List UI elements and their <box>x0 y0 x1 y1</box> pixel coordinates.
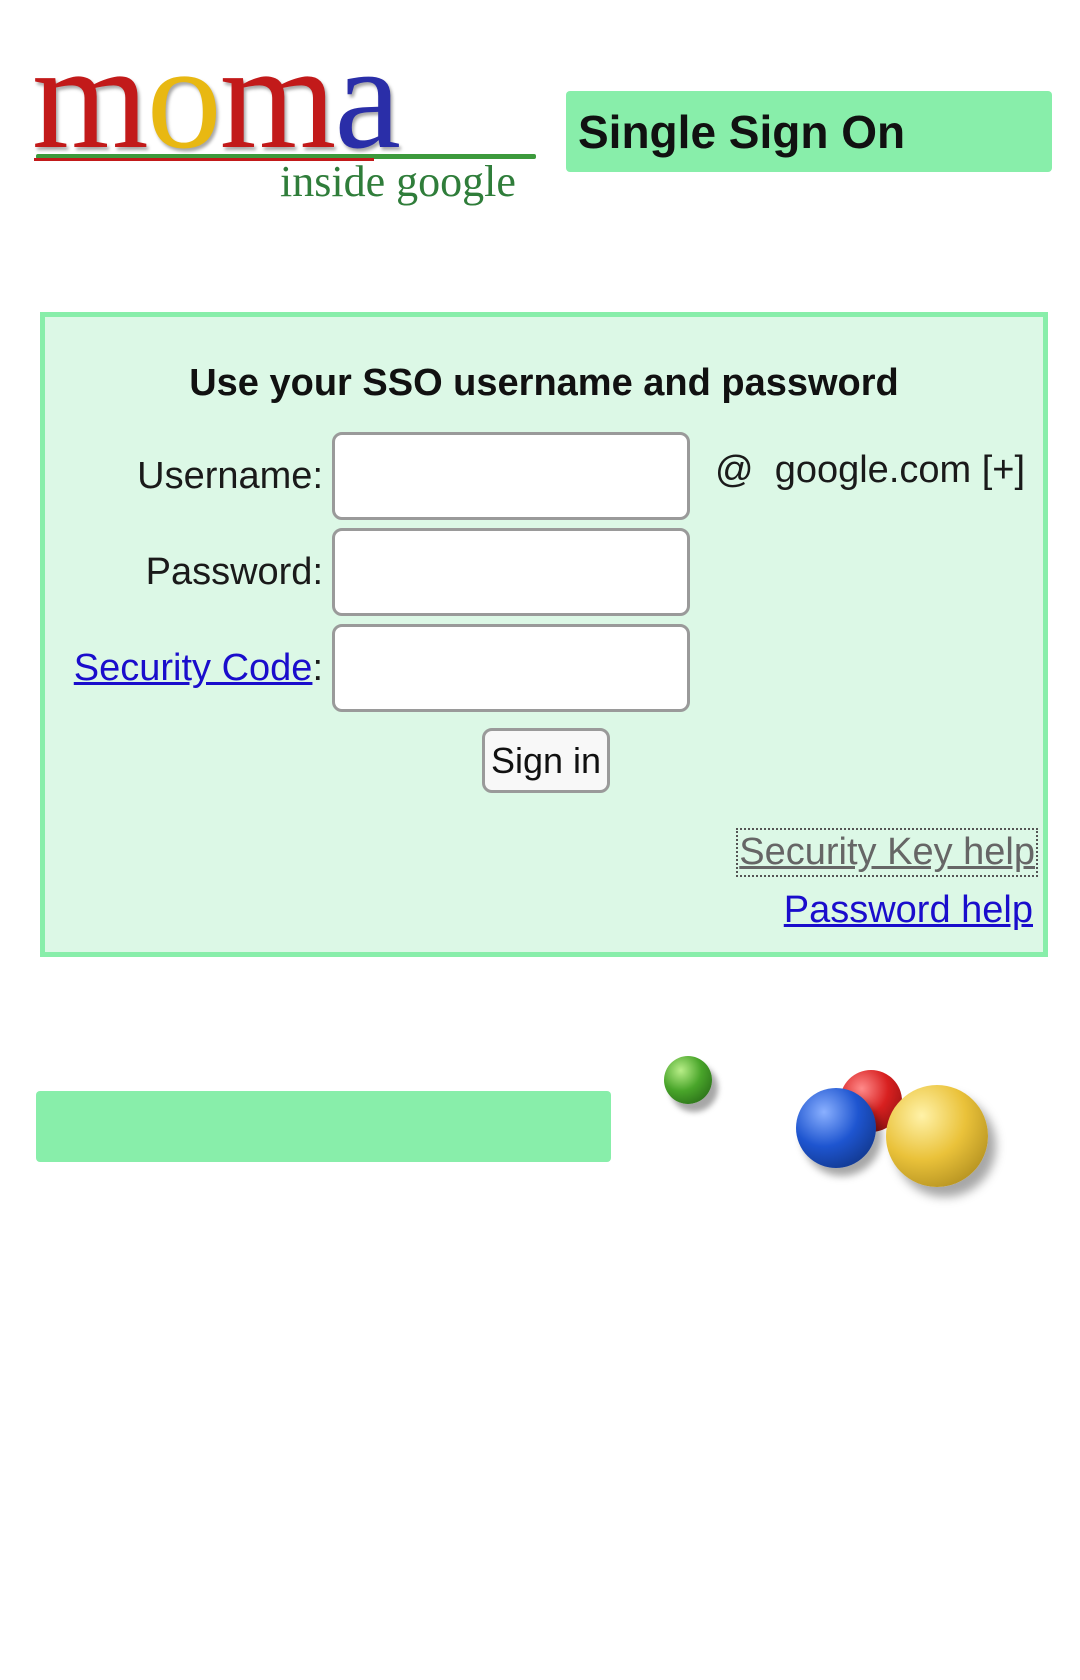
footer-bar <box>36 1091 611 1162</box>
password-help-link[interactable]: Password help <box>784 889 1033 932</box>
password-label: Password: <box>145 551 323 593</box>
logo-wordmark: moma <box>32 22 401 172</box>
domain-name: google.com <box>774 449 972 491</box>
username-input[interactable] <box>332 432 690 520</box>
sign-in-button[interactable]: Sign in <box>482 728 610 793</box>
login-form: Use your SSO username and password Usern… <box>40 312 1048 957</box>
yellow-ball-icon <box>886 1085 988 1187</box>
title-banner: Single Sign On <box>566 91 1052 172</box>
logo-subtitle: inside google <box>280 157 516 206</box>
moma-logo: moma inside google <box>30 22 540 210</box>
domain-suffix: @ google.com [+] <box>715 449 1025 492</box>
login-heading: Use your SSO username and password <box>189 362 899 404</box>
security-code-input[interactable] <box>332 624 690 712</box>
username-label: Username: <box>137 455 323 497</box>
blue-ball-icon <box>796 1088 876 1168</box>
page-title: Single Sign On <box>578 105 906 158</box>
page: moma inside google Single Sign On Use yo… <box>0 0 1080 1680</box>
green-ball-icon <box>664 1056 712 1104</box>
security-key-help-link[interactable]: Security Key help <box>736 828 1038 877</box>
domain-expand-toggle[interactable]: [+] <box>982 449 1025 491</box>
password-input[interactable] <box>332 528 690 616</box>
security-code-label: Security Code: <box>74 647 323 690</box>
security-code-link[interactable]: Security Code <box>74 647 313 689</box>
domain-at-sign: @ <box>715 449 754 491</box>
security-code-colon: : <box>312 647 323 689</box>
